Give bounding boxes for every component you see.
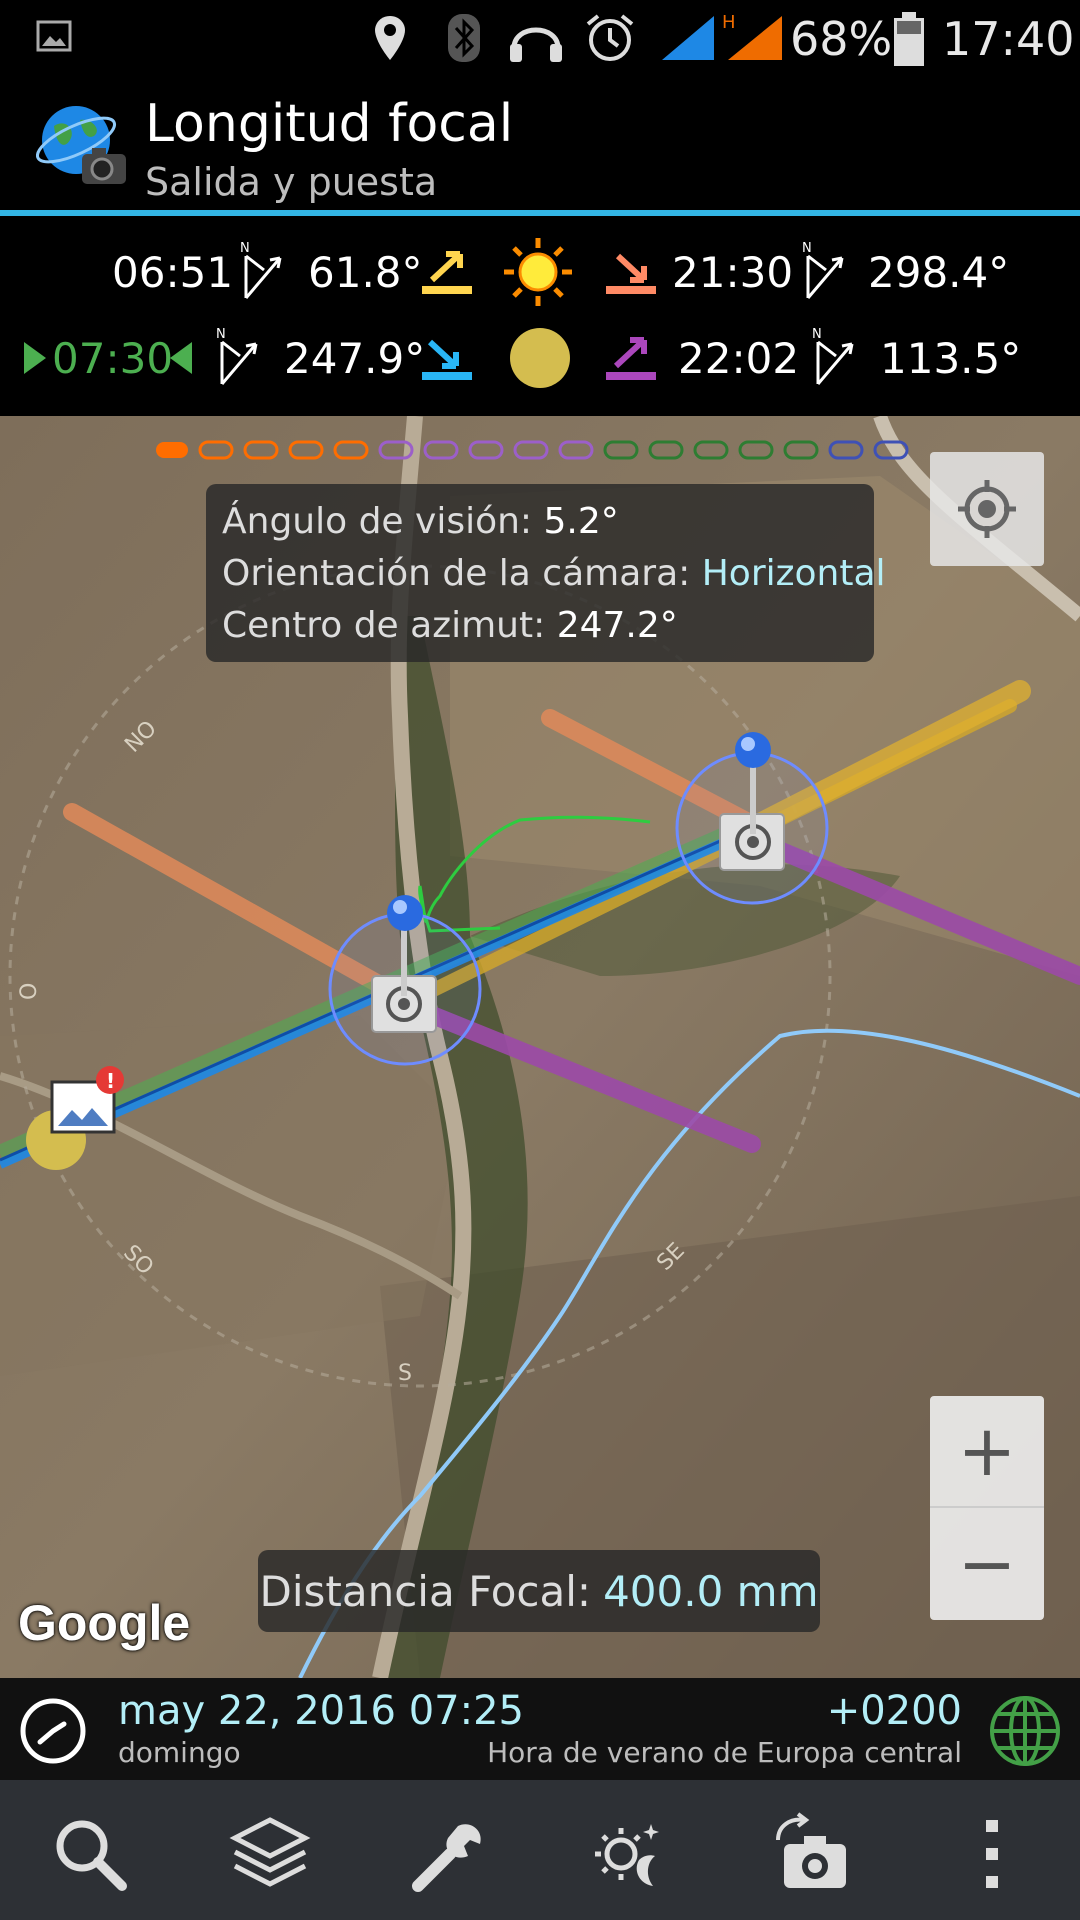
app-title: Longitud focal — [145, 94, 514, 154]
orientation-line: Orientación de la cámara: Horizontal — [222, 548, 886, 600]
azimuth-label: Centro de azimut: — [222, 605, 546, 646]
sunset-icon — [606, 253, 656, 294]
moonrise-icon — [422, 339, 472, 380]
image-notification-icon — [36, 20, 72, 52]
focal-length-box[interactable]: Distancia Focal: 400.0 mm — [258, 1550, 820, 1632]
moon-row: 07:30 N 247.9° 22:02 N 113.5° — [0, 318, 1080, 398]
app-bar: Longitud focal Salida y puesta — [0, 78, 1080, 216]
app-subtitle: Salida y puesta — [145, 160, 438, 204]
view-angle-line: Ángulo de visión: 5.2° — [222, 496, 858, 548]
azimuth-icon: N — [240, 241, 282, 299]
svg-text:N: N — [812, 327, 822, 342]
azimuth-icon: N — [812, 327, 854, 385]
sun-rise-time: 06:51 — [112, 247, 234, 297]
alarm-icon — [586, 14, 634, 61]
svg-text:!: ! — [106, 1069, 115, 1093]
azimuth-line: Centro de azimut: 247.2° — [222, 600, 858, 652]
overflow-menu-icon[interactable] — [948, 1810, 1038, 1900]
battery-icon — [894, 12, 924, 66]
svg-text:H: H — [722, 12, 736, 33]
azimuth-icon: N — [802, 241, 844, 299]
layers-icon[interactable] — [225, 1810, 315, 1900]
sun-rise-azimuth: 61.8° — [308, 247, 423, 297]
google-attribution: Google — [18, 1595, 191, 1651]
view-angle-info-box: Ángulo de visión: 5.2° Orientación de la… — [206, 484, 886, 662]
current-time[interactable]: 07:30 — [52, 318, 173, 398]
time-prev-icon[interactable] — [20, 340, 50, 376]
wrench-icon[interactable] — [404, 1810, 494, 1900]
globe-icon[interactable] — [988, 1694, 1062, 1768]
timezone-offset[interactable]: +0200 — [827, 1688, 962, 1734]
my-location-button[interactable] — [930, 452, 1044, 566]
date-time[interactable]: may 22, 2016 07:25 — [118, 1688, 524, 1734]
azimuth-icon: N — [216, 327, 258, 385]
signal-icon — [662, 16, 714, 60]
clock-icon[interactable] — [18, 1696, 88, 1766]
sun-moon-icon[interactable] — [585, 1810, 675, 1900]
app-logo-icon[interactable] — [36, 100, 132, 196]
bluetooth-icon — [448, 14, 480, 62]
sun-moon-panel: 06:51 N 61.8° 21:30 N 298.4° 07:30 N 247… — [0, 216, 1080, 416]
search-icon[interactable] — [46, 1810, 136, 1900]
moon-icon — [510, 328, 570, 388]
status-bar: H 68% 17:40 — [0, 0, 1080, 78]
location-icon — [375, 16, 405, 60]
timezone-name: Hora de verano de Europa central — [487, 1736, 962, 1769]
bottom-toolbar — [0, 1780, 1080, 1920]
sunrise-icon — [422, 251, 472, 294]
zoom-out-button[interactable]: − — [930, 1508, 1044, 1620]
svg-text:N: N — [802, 241, 812, 256]
headset-icon — [510, 27, 562, 62]
svg-text:N: N — [216, 327, 226, 342]
date-bar[interactable]: may 22, 2016 07:25 domingo +0200 Hora de… — [0, 1678, 1080, 1780]
orientation-value[interactable]: Horizontal — [702, 553, 886, 594]
moon-set-azimuth: 113.5° — [880, 333, 1022, 383]
moonset-icon — [606, 337, 656, 380]
orientation-label: Orientación de la cámara: — [222, 553, 691, 594]
weekday: domingo — [118, 1736, 241, 1769]
svg-text:N: N — [240, 241, 250, 256]
clock-time: 17:40 — [942, 12, 1075, 66]
sun-set-azimuth: 298.4° — [868, 247, 1010, 297]
signal-h-icon: H — [722, 12, 782, 60]
battery-percent: 68% — [790, 12, 893, 66]
sun-row: 06:51 N 61.8° 21:30 N 298.4° — [0, 232, 1080, 312]
time-next-icon[interactable] — [166, 340, 196, 376]
focal-label: Distancia Focal: — [259, 1566, 592, 1616]
camera-icon[interactable] — [768, 1810, 858, 1900]
focal-value: 400.0 mm — [603, 1566, 819, 1616]
moon-rise-azimuth: 247.9° — [284, 333, 426, 383]
sun-set-time: 21:30 — [672, 247, 794, 297]
satellite-map[interactable]: ! NO O SO S SE Ángulo de visión: 5.2° Or… — [0, 416, 1080, 1678]
compass-label-w: O — [17, 983, 42, 1000]
crosshair-icon — [958, 480, 1016, 538]
moon-set-time: 22:02 — [678, 333, 800, 383]
zoom-in-button[interactable]: + — [930, 1396, 1044, 1508]
sun-icon — [504, 238, 572, 306]
azimuth-value: 247.2° — [556, 605, 678, 646]
compass-label-s: S — [398, 1361, 412, 1386]
view-angle-value: 5.2° — [543, 501, 619, 542]
view-angle-label: Ángulo de visión: — [222, 501, 533, 542]
